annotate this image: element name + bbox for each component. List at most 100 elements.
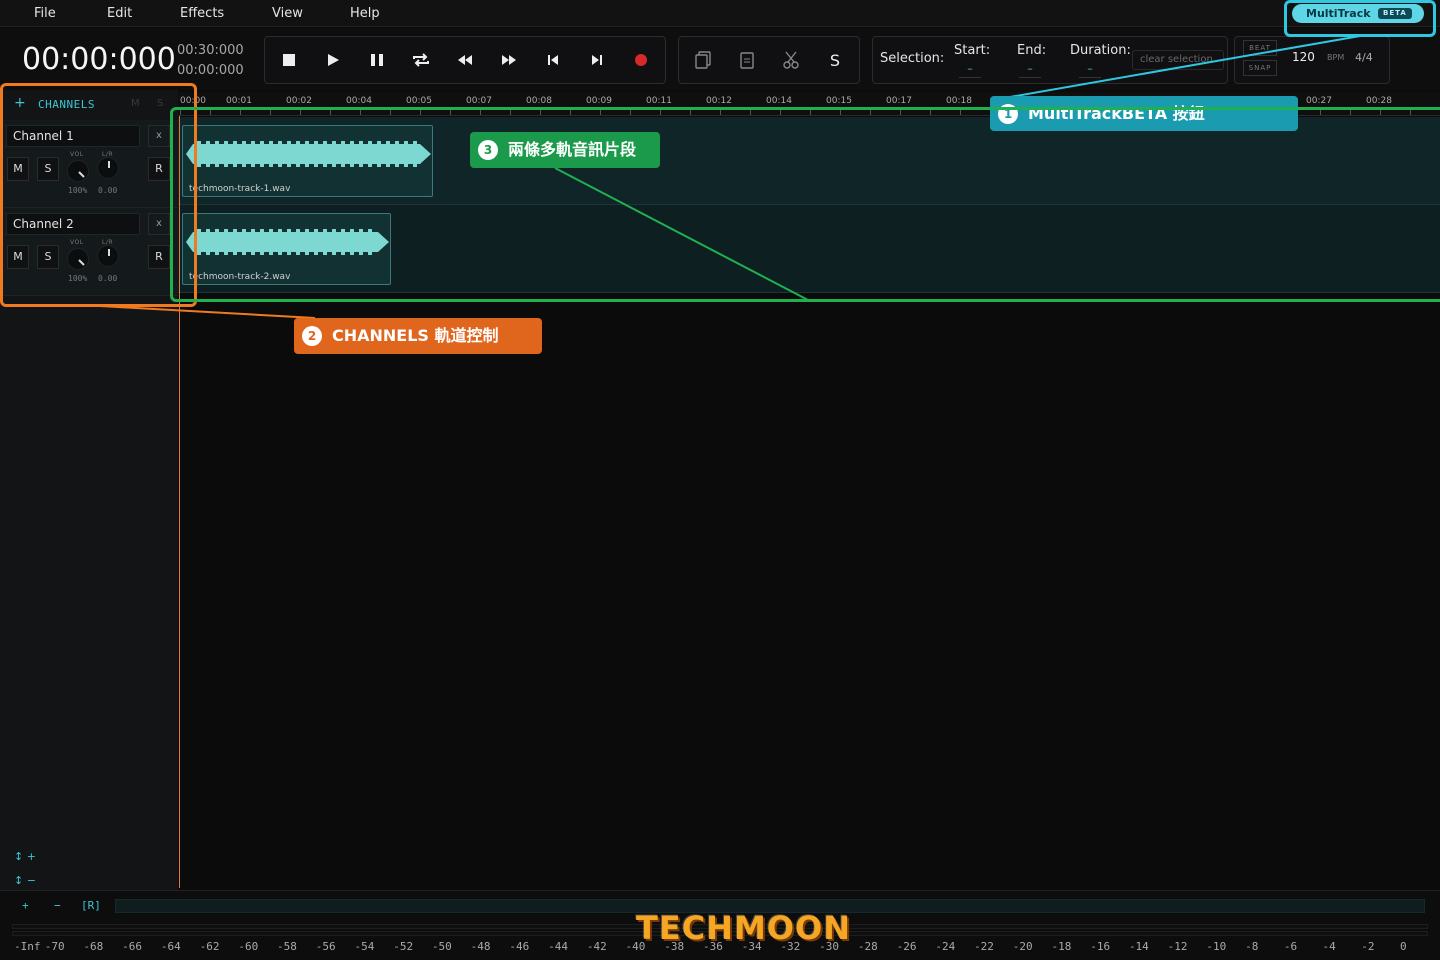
play-button[interactable] (313, 37, 353, 83)
db-label: -50 (431, 940, 452, 953)
menu-file[interactable]: File (34, 6, 56, 21)
play-icon (328, 54, 339, 66)
pause-icon (371, 54, 383, 66)
paste-icon (740, 52, 754, 69)
skip-end-icon (592, 55, 602, 65)
db-label: -56 (315, 940, 336, 953)
db-label: -10 (1206, 940, 1227, 953)
bpm-value[interactable]: 120 (1292, 50, 1315, 64)
db-label: -46 (509, 940, 530, 953)
stop-button[interactable] (269, 37, 309, 83)
techmoon-logo: TECHMOON (636, 909, 851, 947)
ruler-tick: 00:05 (406, 96, 432, 106)
copy-button[interactable] (683, 37, 723, 83)
silence-button[interactable]: S (815, 37, 855, 83)
track-zoom-out-button[interactable]: ↕ − (14, 874, 36, 887)
menu-bar: File Edit Effects View Help MultiTrack B… (0, 0, 1440, 27)
duration-label: Duration: (1070, 43, 1131, 58)
end-label: End: (1017, 43, 1047, 58)
pause-button[interactable] (357, 37, 397, 83)
record-icon (635, 54, 647, 66)
db-label: 0 (1400, 940, 1407, 953)
ruler-tick: 00:17 (886, 96, 912, 106)
db-label: -8 (1245, 940, 1259, 953)
current-time-display: 00:00:000 (22, 42, 176, 77)
selection-label: Selection: (880, 51, 945, 66)
transport-controls (264, 36, 666, 84)
db-label: -48 (470, 940, 491, 953)
db-label: -14 (1128, 940, 1149, 953)
cut-button[interactable] (771, 37, 811, 83)
menu-help[interactable]: Help (350, 6, 380, 21)
paste-button[interactable] (727, 37, 767, 83)
skip-end-button[interactable] (577, 37, 617, 83)
bottom-remove-button[interactable]: − (54, 899, 61, 912)
db-label: -6 (1283, 940, 1298, 953)
rewind-icon (458, 55, 472, 65)
db-label: -16 (1090, 940, 1111, 953)
beat-button[interactable]: BEAT (1243, 40, 1277, 56)
scissors-icon (783, 51, 799, 69)
rewind-button[interactable] (445, 37, 485, 83)
db-label: -26 (896, 940, 917, 953)
total-duration: 00:30:000 (177, 43, 244, 58)
stop-icon (283, 54, 295, 66)
ruler-tick: 00:14 (766, 96, 792, 106)
fast-forward-icon (502, 55, 516, 65)
master-meter-bar: + − [R] -Inf -70 -68 -66 -64 -62 -60 -58 -56 -54-… (0, 890, 1440, 960)
record-button[interactable] (621, 37, 661, 83)
track-zoom-in-button[interactable]: ↕ + (14, 850, 36, 863)
db-label: -42 (586, 940, 607, 953)
annotation-text: CHANNELS 軌道控制 (332, 326, 499, 345)
skip-start-button[interactable] (533, 37, 573, 83)
copy-icon (695, 51, 711, 69)
end-value[interactable]: – (1019, 62, 1041, 78)
loop-icon (413, 53, 429, 67)
db-label: -28 (857, 940, 878, 953)
position-readout: 00:00:000 (177, 63, 244, 78)
start-label: Start: (954, 43, 991, 58)
snap-button[interactable]: SNAP (1243, 60, 1277, 76)
menu-edit[interactable]: Edit (107, 6, 132, 21)
db-label: -62 (199, 940, 220, 953)
clear-selection-button[interactable]: clear selection (1132, 50, 1224, 70)
db-label: -12 (1167, 940, 1188, 953)
time-signature[interactable]: 4/4 (1355, 51, 1373, 64)
ruler-tick: 00:07 (466, 96, 492, 106)
bottom-add-button[interactable]: + (22, 899, 29, 912)
fast-forward-button[interactable] (489, 37, 529, 83)
db-label: -2 (1361, 940, 1375, 953)
annotation-box-clips (170, 107, 1440, 302)
db-label: -54 (354, 940, 375, 953)
start-value[interactable]: – (959, 62, 981, 78)
db-label: -68 (83, 940, 104, 953)
ruler-tick: 00:28 (1366, 96, 1392, 106)
ruler-tick: 00:09 (586, 96, 612, 106)
db-label: -22 (974, 940, 994, 953)
menu-effects[interactable]: Effects (180, 6, 224, 21)
db-label: -64 (160, 940, 181, 953)
db-label: -24 (935, 940, 956, 953)
db-label: -66 (122, 940, 143, 953)
db-label: -4 (1322, 940, 1336, 953)
annotation-callout-2: 2 CHANNELS 軌道控制 (294, 318, 542, 354)
db-label: -52 (393, 940, 414, 953)
db-label: -20 (1012, 940, 1033, 953)
skip-start-icon (548, 55, 558, 65)
db-label: -60 (238, 940, 259, 953)
bpm-label: BPM (1327, 53, 1345, 62)
db-label: -18 (1051, 940, 1072, 953)
annotation-number: 2 (302, 326, 322, 346)
menu-view[interactable]: View (272, 6, 303, 21)
ruler-tick: 00:12 (706, 96, 732, 106)
ruler-tick: 00:27 (1306, 96, 1332, 106)
ruler-tick: 00:01 (226, 96, 252, 106)
loop-button[interactable] (401, 37, 441, 83)
annotation-box-channels (0, 83, 197, 307)
annotation-callout-3: 3 兩條多軌音訊片段 (470, 132, 660, 168)
audio-editor-app: File Edit Effects View Help MultiTrack B… (0, 0, 1440, 960)
ruler-tick: 00:18 (946, 96, 972, 106)
bottom-record-button[interactable]: [R] (81, 899, 101, 912)
ruler-tick: 00:04 (346, 96, 372, 106)
ruler-tick: 00:15 (826, 96, 852, 106)
